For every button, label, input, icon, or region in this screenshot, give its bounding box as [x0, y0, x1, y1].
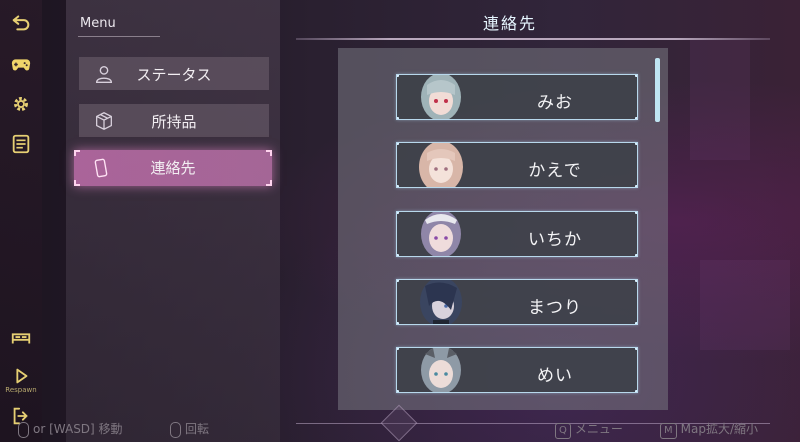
menu-item-contacts[interactable]: 連絡先 [74, 150, 272, 186]
frame-corner [635, 75, 637, 77]
gear-icon[interactable] [7, 90, 35, 118]
frame-corner [74, 150, 80, 156]
contacts-header-divider [296, 38, 770, 40]
frame-corner [266, 180, 272, 186]
menu-hint-text: メニュー [574, 422, 623, 436]
frame-corner [635, 322, 637, 324]
respawn-label: Respawn [5, 386, 37, 394]
menu-item-label: 連絡先 [150, 159, 196, 177]
menu-item-inventory[interactable]: 所持品 [79, 104, 269, 137]
contact-list-scrollbar[interactable] [655, 58, 660, 122]
move-hint: or [WASD] 移動 [18, 420, 123, 438]
map-hint: M Map拡大/縮小 [660, 420, 758, 439]
menu-title: Menu [80, 16, 116, 31]
icon-rail: Respawn [0, 0, 42, 442]
frame-corner [266, 150, 272, 156]
contact-name: いちか [528, 230, 582, 250]
contact-name: めい [537, 366, 573, 386]
frame-corner [635, 390, 637, 392]
frame-corner [74, 180, 80, 186]
avatar [415, 143, 467, 187]
contact-item-matsuri[interactable]: まつり [396, 279, 638, 325]
frame-corner [397, 280, 399, 282]
scroll-indicator [380, 404, 418, 442]
frame-corner [397, 212, 399, 214]
document-icon[interactable] [7, 130, 35, 158]
gamepad-icon[interactable] [7, 50, 35, 78]
avatar [415, 75, 467, 119]
contact-item-kaede[interactable]: かえで [396, 142, 638, 188]
frame-corner [635, 348, 637, 350]
mouse-icon [170, 421, 181, 438]
frame-corner [635, 280, 637, 282]
contact-name: みお [537, 93, 573, 113]
avatar [415, 280, 467, 324]
contact-name: かえで [528, 161, 582, 181]
frame-corner [635, 254, 637, 256]
frame-corner [397, 117, 399, 119]
back-arrow-icon[interactable] [7, 8, 35, 36]
frame-corner [397, 75, 399, 77]
menu-item-label: ステータス [136, 66, 212, 84]
menu-key: Q [555, 423, 571, 439]
frame-corner [635, 117, 637, 119]
move-hint-text: or [WASD] 移動 [33, 422, 123, 436]
map-key: M [660, 423, 677, 439]
frame-corner [635, 143, 637, 145]
rotate-hint: 回転 [170, 420, 209, 438]
avatar [415, 348, 467, 392]
avatar [415, 212, 467, 256]
frame-corner [397, 390, 399, 392]
map-hint-text: Map拡大/縮小 [680, 422, 759, 436]
frame-corner [397, 254, 399, 256]
contacts-title: 連絡先 [482, 14, 537, 33]
menu-item-status[interactable]: ステータス [79, 57, 269, 90]
mouse-icon [18, 421, 29, 438]
double-bed-icon[interactable] [7, 324, 35, 352]
frame-corner [635, 185, 637, 187]
frame-corner [397, 143, 399, 145]
menu-title-divider [78, 36, 160, 37]
frame-corner [397, 322, 399, 324]
contact-item-ichika[interactable]: いちか [396, 211, 638, 257]
background-building [700, 260, 790, 350]
contact-item-mio[interactable]: みお [396, 74, 638, 120]
contact-item-mei[interactable]: めい [396, 347, 638, 393]
menu-item-label: 所持品 [151, 113, 197, 131]
frame-corner [397, 348, 399, 350]
menu-hint: Q メニュー [555, 420, 623, 439]
frame-corner [397, 185, 399, 187]
contact-name: まつり [528, 298, 582, 318]
rotate-hint-text: 回転 [185, 422, 210, 436]
background-building [690, 40, 750, 160]
frame-corner [635, 212, 637, 214]
